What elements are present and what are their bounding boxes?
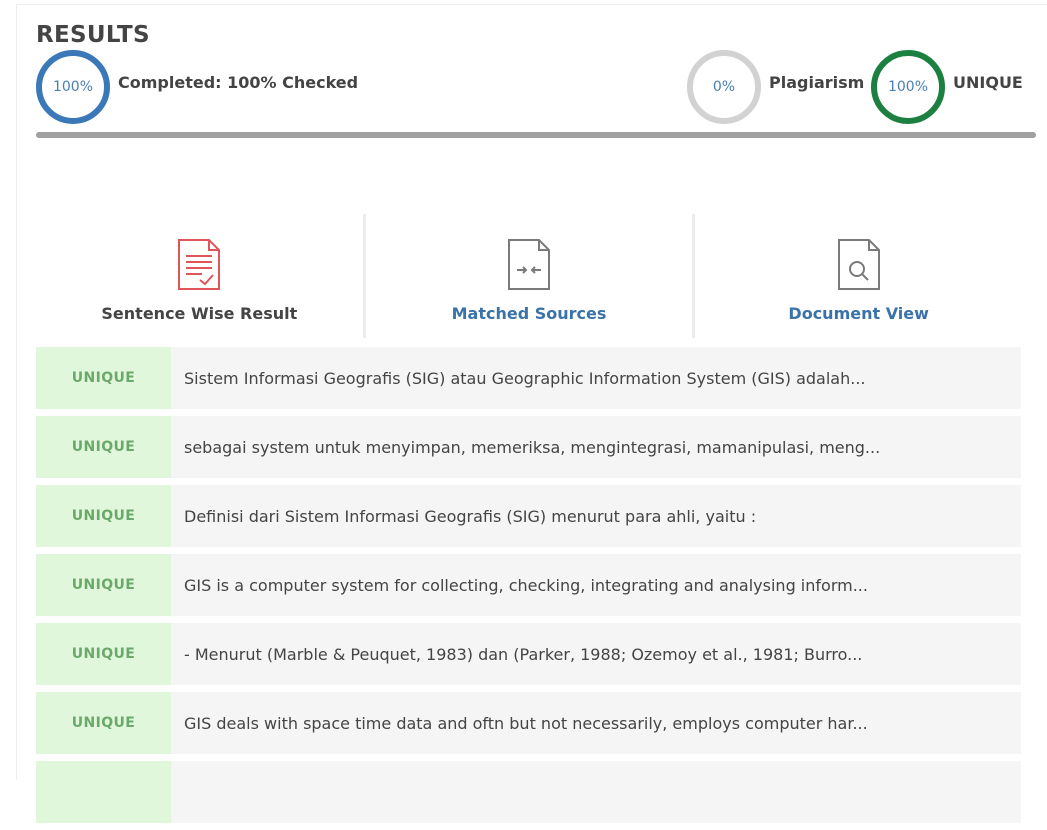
result-row[interactable]: UNIQUE Sistem Informasi Geografis (SIG) … (36, 347, 1021, 409)
status-badge: UNIQUE (36, 623, 171, 685)
completed-percent: 100% (52, 79, 94, 95)
unique-circle: 100% (871, 50, 945, 124)
status-badge: UNIQUE (36, 416, 171, 478)
unique-percent: 100% (887, 79, 929, 95)
sentence-text: Definisi dari Sistem Informasi Geografis… (184, 506, 757, 526)
result-row[interactable]: UNIQUE - Menurut (Marble & Peuquet, 1983… (36, 623, 1021, 685)
completed-progress-circle: 100% (36, 50, 110, 124)
status-badge: UNIQUE (36, 692, 171, 754)
plagiarism-percent: 0% (712, 79, 736, 95)
tab-label: Document View (788, 304, 929, 323)
result-row[interactable] (36, 761, 1021, 823)
sentence-results-list: UNIQUE Sistem Informasi Geografis (SIG) … (36, 347, 1021, 830)
result-tabs: Sentence Wise Result Matched Sources Doc… (36, 214, 1022, 338)
plagiarism-label: Plagiarism (769, 73, 865, 92)
status-badge: UNIQUE (36, 485, 171, 547)
tab-label: Matched Sources (451, 304, 607, 323)
document-check-icon (178, 239, 221, 290)
sentence-text: - Menurut (Marble & Peuquet, 1983) dan (… (184, 644, 863, 664)
result-row[interactable]: UNIQUE GIS deals with space time data an… (36, 692, 1021, 754)
sentence-text (171, 761, 1021, 823)
sentence-text: sebagai system untuk menyimpan, memeriks… (184, 437, 881, 457)
tab-sentence-wise-result[interactable]: Sentence Wise Result (36, 214, 363, 338)
sentence-text: GIS deals with space time data and oftn … (184, 713, 868, 733)
tab-label: Sentence Wise Result (101, 304, 298, 323)
result-row[interactable]: UNIQUE Definisi dari Sistem Informasi Ge… (36, 485, 1021, 547)
progress-bar (36, 132, 1036, 138)
file-search-icon (837, 239, 880, 290)
tab-matched-sources[interactable]: Matched Sources (362, 214, 693, 338)
results-title: RESULTS (36, 22, 150, 48)
status-badge: UNIQUE (36, 347, 171, 409)
file-compare-icon (508, 239, 550, 290)
result-row[interactable]: UNIQUE GIS is a computer system for coll… (36, 554, 1021, 616)
plagiarism-circle: 0% (687, 50, 761, 124)
sentence-text: GIS is a computer system for collecting,… (184, 575, 868, 595)
tab-document-view[interactable]: Document View (692, 214, 1022, 338)
status-badge: UNIQUE (36, 554, 171, 616)
result-row[interactable]: UNIQUE sebagai system untuk menyimpan, m… (36, 416, 1021, 478)
status-badge (36, 761, 171, 823)
unique-label: UNIQUE (953, 73, 1023, 92)
completed-label: Completed: 100% Checked (118, 73, 359, 92)
sentence-text: Sistem Informasi Geografis (SIG) atau Ge… (184, 368, 866, 388)
